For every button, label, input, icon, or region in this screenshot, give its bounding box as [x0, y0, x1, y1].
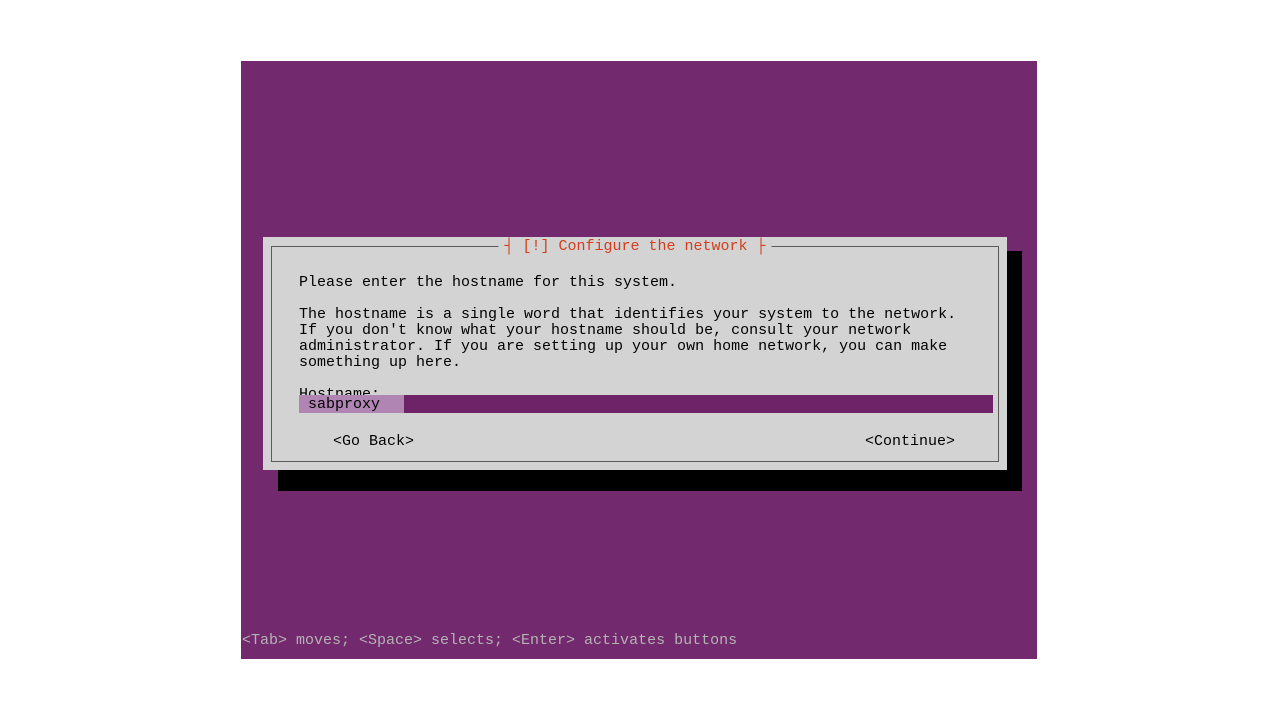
installer-screen: ┤ [!] Configure the network ├ Please ent… — [241, 61, 1037, 659]
description-text: The hostname is a single word that ident… — [299, 307, 971, 371]
input-leading-space — [299, 395, 307, 413]
prompt-text: Please enter the hostname for this syste… — [299, 275, 971, 291]
nav-buttons: <Go Back> <Continue> — [333, 433, 955, 450]
continue-button[interactable]: <Continue> — [865, 433, 955, 450]
hostname-input[interactable]: sabproxy — [299, 395, 993, 413]
keyboard-hints: <Tab> moves; <Space> selects; <Enter> ac… — [241, 632, 737, 649]
go-back-button[interactable]: <Go Back> — [333, 433, 414, 450]
input-caret — [380, 395, 404, 413]
dialog-content: Please enter the hostname for this syste… — [299, 275, 971, 413]
hostname-value: sabproxy — [307, 395, 380, 413]
dialog: ┤ [!] Configure the network ├ Please ent… — [263, 237, 1007, 470]
dialog-title: ┤ [!] Configure the network ├ — [498, 238, 771, 255]
